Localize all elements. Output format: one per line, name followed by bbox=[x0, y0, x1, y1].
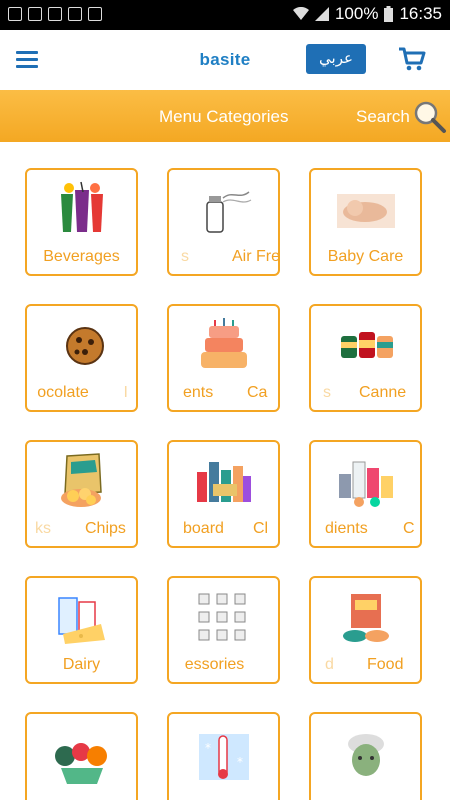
frozen-icon: * * bbox=[199, 734, 249, 780]
language-button[interactable]: عربي bbox=[306, 44, 366, 74]
baby-care-icon bbox=[337, 194, 395, 228]
category-bar: Menu Categories Search bbox=[0, 90, 450, 142]
dairy-icon bbox=[58, 597, 105, 644]
message-icon bbox=[28, 7, 42, 21]
category-label: ents bbox=[183, 384, 214, 401]
category-tile-cupboard[interactable]: board Cl bbox=[167, 440, 280, 548]
category-label: Canne bbox=[359, 384, 407, 401]
brand-logo: basite bbox=[199, 50, 251, 69]
mail-icon bbox=[68, 7, 82, 21]
category-label-secondary: Cl bbox=[253, 520, 269, 537]
truncated-label-fragment: d bbox=[325, 656, 334, 673]
category-label: Food bbox=[367, 656, 404, 673]
category-tile-beverages[interactable]: Beverages bbox=[25, 168, 138, 276]
truncated-label-fragment: s bbox=[181, 248, 189, 265]
cart-icon[interactable] bbox=[398, 46, 426, 72]
category-label: Baby Care bbox=[327, 248, 404, 265]
gallery-icon bbox=[48, 7, 62, 21]
notification-icons bbox=[8, 7, 102, 21]
face-care-icon bbox=[348, 734, 384, 776]
category-tile-dairy[interactable]: Dairy bbox=[25, 576, 138, 684]
category-tile-food[interactable]: d Food bbox=[309, 576, 422, 684]
signal-icon bbox=[314, 7, 329, 21]
category-label-secondary: Ca bbox=[247, 384, 268, 401]
search-icon[interactable] bbox=[413, 100, 447, 134]
chocolate-icon bbox=[66, 327, 104, 365]
category-tile-baby-care[interactable]: Baby Care bbox=[309, 168, 422, 276]
category-tile-air-freshener[interactable]: s Air Fres bbox=[167, 168, 280, 276]
svg-text:*: * bbox=[237, 755, 243, 769]
truncated-label-fragment: ks bbox=[35, 520, 51, 537]
category-tile-chocolate[interactable]: ocolate I bbox=[25, 304, 138, 412]
category-tile-ingredients[interactable]: dients C bbox=[309, 440, 422, 548]
category-tile-canned[interactable]: s Canne bbox=[309, 304, 422, 412]
category-tile-accessories[interactable]: essories bbox=[167, 576, 280, 684]
search-label[interactable]: Search bbox=[356, 107, 410, 127]
camera-icon bbox=[88, 7, 102, 21]
category-tile-frozen[interactable]: * * bbox=[167, 712, 280, 800]
category-label: Air Fres bbox=[232, 248, 280, 265]
air-freshener-icon bbox=[206, 191, 252, 233]
truncated-label-fragment: I bbox=[123, 384, 128, 401]
vegetables-icon bbox=[55, 743, 107, 784]
canned-food-icon bbox=[341, 332, 393, 358]
wifi-icon bbox=[292, 7, 309, 20]
category-tile-face-care[interactable] bbox=[309, 712, 422, 800]
beverages-icon bbox=[61, 181, 103, 232]
category-label: dients bbox=[325, 520, 368, 537]
chips-icon bbox=[61, 453, 102, 507]
clock: 16:35 bbox=[399, 4, 442, 23]
app-bar: basite عربي bbox=[0, 30, 450, 90]
ingredients-icon bbox=[339, 461, 393, 507]
category-label: Beverages bbox=[43, 248, 120, 265]
cupboard-icon bbox=[197, 462, 251, 502]
category-label: essories bbox=[184, 656, 245, 673]
status-bar: 100% 16:35 bbox=[0, 0, 450, 30]
category-tile-chips[interactable]: ks Chips bbox=[25, 440, 138, 548]
category-label: ocolate bbox=[37, 384, 89, 401]
category-label-secondary: C bbox=[403, 520, 415, 537]
food-icon bbox=[343, 594, 389, 642]
svg-text:*: * bbox=[205, 741, 211, 755]
category-label: Dairy bbox=[62, 656, 101, 673]
menu-categories-title: Menu Categories bbox=[159, 107, 289, 126]
battery-level: 100% bbox=[334, 4, 379, 23]
battery-icon bbox=[384, 6, 394, 22]
category-tile-vegetables[interactable] bbox=[25, 712, 138, 800]
accessories-icon bbox=[198, 593, 246, 641]
truncated-label-fragment: s bbox=[323, 384, 331, 401]
cake-icon bbox=[201, 318, 247, 368]
category-grid: Beverages s Air Fres Baby Care ocolate I bbox=[0, 142, 450, 800]
category-tile-cake[interactable]: ents Ca bbox=[167, 304, 280, 412]
facebook-icon bbox=[8, 7, 22, 21]
category-label: Chips bbox=[85, 520, 126, 537]
category-label: board bbox=[183, 520, 224, 537]
